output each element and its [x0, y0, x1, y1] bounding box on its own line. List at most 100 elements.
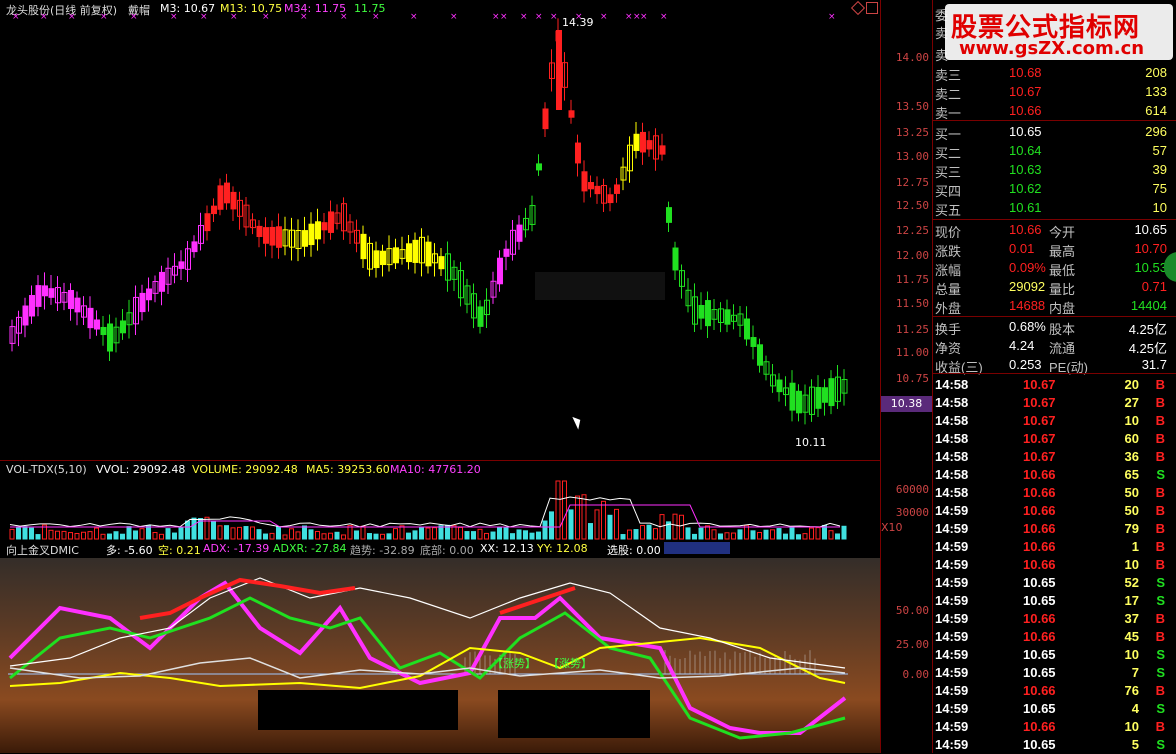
- level-label: 买三: [935, 165, 962, 180]
- volume-panel[interactable]: VOL-TDX(5,10) VVOL: 29092.48 VOLUME: 290…: [0, 460, 880, 541]
- tick-time: 14:58: [935, 449, 969, 464]
- tick-volume: 52: [1124, 575, 1139, 590]
- volume-bar: [568, 509, 574, 540]
- signal-marker: ×: [660, 12, 668, 22]
- tick-volume: 36: [1124, 449, 1139, 464]
- candle-body: [120, 320, 126, 334]
- candle-body: [68, 289, 74, 310]
- candle-body: [224, 182, 230, 204]
- volume-bar: [653, 528, 658, 540]
- candle-body: [776, 379, 783, 393]
- tick-time: 14:59: [935, 539, 969, 554]
- candle-body: [822, 387, 828, 403]
- tick-volume: 10: [1124, 557, 1139, 572]
- level-volume: 614: [1145, 103, 1167, 118]
- stat-value: 10.66: [1009, 222, 1042, 237]
- tick-side: S: [1156, 737, 1165, 752]
- volume-bar: [705, 525, 710, 540]
- candle-body: [217, 185, 224, 210]
- volume-bar: [406, 532, 411, 540]
- level-label: 买五: [935, 203, 962, 218]
- volume-axis-tick: 30000: [895, 506, 929, 519]
- volume-bar: [523, 530, 528, 540]
- signal-marker: ×: [410, 12, 418, 22]
- stat-row: 现价 10.66 今开 10.65: [935, 221, 1173, 240]
- tick-side: B: [1155, 449, 1165, 464]
- finance-label: 净资: [935, 341, 962, 356]
- candle-body: [640, 131, 646, 153]
- volume-bar: [191, 517, 197, 540]
- buy-level-row: 买五 10.61 10: [935, 199, 1173, 218]
- tick-side: B: [1155, 629, 1165, 644]
- signal-marker: ×: [600, 12, 608, 22]
- candle-body: [425, 241, 432, 267]
- level-price: 10.62: [1009, 181, 1042, 196]
- axis-tick: 13.00: [895, 150, 929, 163]
- tick-time: 14:58: [935, 395, 969, 410]
- tick-time: 14:59: [935, 575, 969, 590]
- volume-bar: [438, 525, 444, 540]
- yy-value: YY: 12.08: [537, 542, 588, 555]
- tick-row: 14:59 10.66 37 B: [935, 610, 1173, 628]
- tick-row: 14:59 10.65 17 S: [935, 592, 1173, 610]
- volume-bar: [81, 531, 86, 540]
- volume-bar: [835, 533, 840, 540]
- signal-marker: ×: [520, 12, 528, 22]
- candle-body: [659, 145, 666, 155]
- highlight-box: [664, 542, 730, 554]
- uptrend-label-1: 【涨势】: [492, 657, 536, 670]
- adxr-value: ADXR: -27.84: [273, 542, 347, 555]
- volume-bar: [607, 514, 613, 540]
- volume-bar: [347, 525, 353, 540]
- watermark-url: www.gsZX.com.cn: [959, 38, 1145, 59]
- volume-bar: [16, 526, 21, 540]
- volume-bar: [29, 527, 34, 540]
- tick-time: 14:59: [935, 629, 969, 644]
- level-label: 买二: [935, 146, 962, 161]
- trend-line: [9, 577, 846, 669]
- tick-time: 14:59: [935, 737, 969, 752]
- volume-bar: [61, 530, 67, 540]
- candle-body: [588, 182, 594, 190]
- volume-bar: [243, 526, 249, 540]
- stat-value: 0.01: [1009, 241, 1035, 256]
- volume-bar: [451, 525, 457, 540]
- tick-row: 14:58 10.67 20 B: [935, 376, 1173, 394]
- dmi-indicator-panel[interactable]: 向上金叉DMIC 多: -5.60 空: 0.21 ADX: -17.39 AD…: [0, 540, 880, 753]
- volume-bar: [685, 527, 691, 540]
- stat-label: 外盘: [935, 301, 962, 316]
- price-chart-panel[interactable]: 龙头股份(日线 前复权) 戴帽 M3: 10.67 M13: 10.75 M34…: [0, 0, 880, 460]
- candle-body: [230, 191, 237, 210]
- volume-bar: [399, 525, 405, 540]
- level-label: 买四: [935, 184, 962, 199]
- candle-body: [614, 184, 620, 194]
- tick-row: 14:58 10.67 36 B: [935, 448, 1173, 466]
- buy-level-row: 买二 10.64 57: [935, 142, 1173, 161]
- pick-value: 选股: 0.00: [607, 544, 661, 557]
- buy-level-row: 买三 10.63 39: [935, 161, 1173, 180]
- volume-bar: [172, 532, 177, 540]
- volume-bar: [139, 528, 145, 540]
- volume-bar: [152, 532, 158, 540]
- level-price: 10.66: [1009, 103, 1042, 118]
- axis-tick: 10.75: [895, 372, 929, 385]
- tick-volume: 1: [1131, 539, 1139, 554]
- tick-price: 10.65: [1023, 647, 1056, 662]
- stat-label: 今开: [1049, 225, 1076, 240]
- candle-body: [796, 390, 802, 414]
- candle-body: [178, 261, 185, 269]
- axis-tick: 14.00: [895, 51, 929, 64]
- volume-bar: [711, 529, 717, 540]
- finance-value: 0.253: [1009, 357, 1042, 372]
- candle-body: [159, 271, 165, 292]
- candle-body: [556, 30, 562, 110]
- tick-price: 10.66: [1023, 521, 1056, 536]
- indicator-axis-tick: 0.00: [902, 668, 930, 681]
- candle-body: [256, 225, 263, 237]
- candle-body: [35, 285, 42, 307]
- volume-bar: [159, 533, 164, 540]
- high-price-label: 14.39: [562, 16, 594, 29]
- tick-time: 14:58: [935, 413, 969, 428]
- volume-bar: [718, 533, 723, 540]
- tick-side: B: [1155, 539, 1165, 554]
